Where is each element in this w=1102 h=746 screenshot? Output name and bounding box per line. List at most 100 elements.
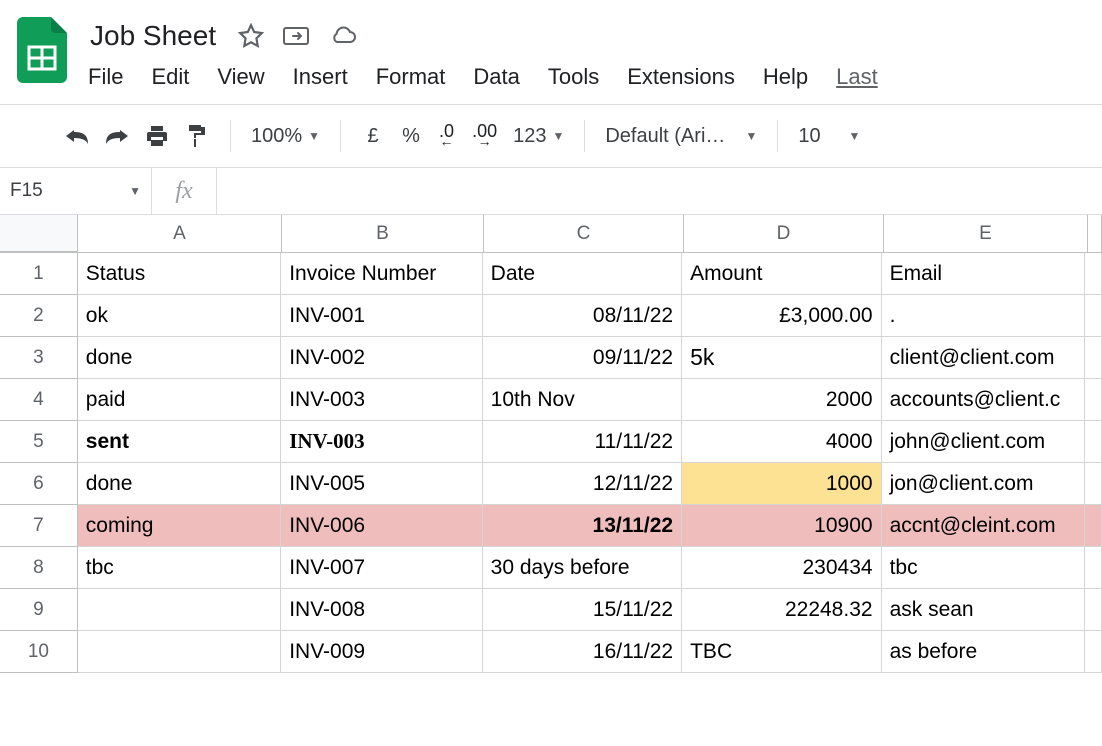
cell[interactable]: Amount <box>682 253 881 295</box>
cell[interactable]: TBC <box>682 631 881 673</box>
cell[interactable] <box>1085 379 1102 421</box>
row-header-8[interactable]: 8 <box>0 547 78 589</box>
formula-input[interactable] <box>217 168 1102 214</box>
cell[interactable]: 12/11/22 <box>483 463 682 505</box>
cell[interactable]: as before <box>882 631 1085 673</box>
cell[interactable]: ok <box>78 295 281 337</box>
row-header-3[interactable]: 3 <box>0 337 78 379</box>
currency-format[interactable]: £ <box>357 125 389 148</box>
cell[interactable]: 09/11/22 <box>483 337 682 379</box>
menu-help[interactable]: Help <box>763 64 808 90</box>
cell[interactable] <box>1085 463 1102 505</box>
cell[interactable]: 13/11/22 <box>483 505 682 547</box>
cell[interactable]: 10900 <box>682 505 881 547</box>
cell[interactable]: done <box>78 337 281 379</box>
cell[interactable]: sent <box>78 421 281 463</box>
row-header-10[interactable]: 10 <box>0 631 78 673</box>
cell[interactable]: 15/11/22 <box>483 589 682 631</box>
cell[interactable]: paid <box>78 379 281 421</box>
menu-tools[interactable]: Tools <box>548 64 599 90</box>
cell[interactable]: 2000 <box>682 379 881 421</box>
redo-icon[interactable] <box>100 119 134 153</box>
move-icon[interactable] <box>282 24 310 48</box>
row-header-2[interactable]: 2 <box>0 295 78 337</box>
cell[interactable]: INV-009 <box>281 631 482 673</box>
col-header-D[interactable]: D <box>684 215 884 252</box>
increase-decimal[interactable]: .00→ <box>466 125 503 147</box>
col-header-C[interactable]: C <box>484 215 684 252</box>
menu-view[interactable]: View <box>217 64 264 90</box>
cell[interactable]: coming <box>78 505 281 547</box>
percent-format[interactable]: % <box>395 125 427 148</box>
font-size-select[interactable]: 10 ▼ <box>794 125 864 148</box>
cell[interactable]: £3,000.00 <box>682 295 881 337</box>
menu-last-edit[interactable]: Last <box>836 64 878 90</box>
cell[interactable] <box>78 589 281 631</box>
cell[interactable]: 30 days before <box>483 547 682 589</box>
row-header-1[interactable]: 1 <box>0 253 78 295</box>
cell[interactable]: 5k <box>682 337 881 379</box>
undo-icon[interactable] <box>60 119 94 153</box>
col-header-F[interactable] <box>1088 215 1102 252</box>
cell[interactable]: jon@client.com <box>882 463 1085 505</box>
cell[interactable]: 230434 <box>682 547 881 589</box>
cell[interactable]: ask sean <box>882 589 1085 631</box>
cell[interactable]: INV-002 <box>281 337 482 379</box>
paint-format-icon[interactable] <box>180 119 214 153</box>
col-header-B[interactable]: B <box>282 215 484 252</box>
cell[interactable] <box>1085 547 1102 589</box>
cell[interactable]: INV-006 <box>281 505 482 547</box>
cell[interactable]: Invoice Number <box>281 253 482 295</box>
cell[interactable]: Status <box>78 253 281 295</box>
cell[interactable]: tbc <box>882 547 1085 589</box>
cell[interactable]: INV-003 <box>281 379 482 421</box>
cell[interactable]: john@client.com <box>882 421 1085 463</box>
font-select[interactable]: Default (Ari… ▼ <box>601 125 761 148</box>
cell[interactable]: INV-005 <box>281 463 482 505</box>
cell[interactable]: Date <box>483 253 682 295</box>
cell[interactable]: accounts@client.c <box>882 379 1085 421</box>
cell[interactable] <box>1085 505 1102 547</box>
menu-extensions[interactable]: Extensions <box>627 64 735 90</box>
menu-insert[interactable]: Insert <box>293 64 348 90</box>
decrease-decimal[interactable]: .0← <box>433 125 460 147</box>
row-header-7[interactable]: 7 <box>0 505 78 547</box>
cell[interactable]: INV-003 <box>281 421 482 463</box>
cell[interactable]: 10th Nov <box>483 379 682 421</box>
cell[interactable] <box>1085 421 1102 463</box>
cell[interactable]: accnt@cleint.com <box>882 505 1085 547</box>
cell[interactable] <box>1085 631 1102 673</box>
cell[interactable]: . <box>882 295 1085 337</box>
print-icon[interactable] <box>140 119 174 153</box>
star-icon[interactable] <box>238 23 264 49</box>
zoom-select[interactable]: 100% ▼ <box>247 125 324 148</box>
cell[interactable]: 22248.32 <box>682 589 881 631</box>
cell[interactable] <box>1085 337 1102 379</box>
cell[interactable] <box>1085 589 1102 631</box>
cell[interactable] <box>1085 295 1102 337</box>
name-box[interactable]: F15 ▼ <box>0 168 152 214</box>
cloud-status-icon[interactable] <box>328 24 358 48</box>
cell[interactable] <box>1085 253 1102 295</box>
cell[interactable]: INV-007 <box>281 547 482 589</box>
cell[interactable]: done <box>78 463 281 505</box>
row-header-4[interactable]: 4 <box>0 379 78 421</box>
cell[interactable]: INV-008 <box>281 589 482 631</box>
cell[interactable] <box>78 631 281 673</box>
col-header-A[interactable]: A <box>78 215 282 252</box>
cell[interactable]: client@client.com <box>882 337 1085 379</box>
cell[interactable]: 16/11/22 <box>483 631 682 673</box>
cell[interactable]: INV-001 <box>281 295 482 337</box>
number-format[interactable]: 123 ▼ <box>509 125 568 148</box>
row-header-5[interactable]: 5 <box>0 421 78 463</box>
cell[interactable]: 11/11/22 <box>483 421 682 463</box>
row-header-9[interactable]: 9 <box>0 589 78 631</box>
sheets-logo[interactable] <box>14 12 70 88</box>
row-header-6[interactable]: 6 <box>0 463 78 505</box>
col-header-E[interactable]: E <box>884 215 1088 252</box>
cell[interactable]: Email <box>882 253 1085 295</box>
menu-format[interactable]: Format <box>376 64 446 90</box>
menu-data[interactable]: Data <box>473 64 519 90</box>
cell[interactable]: 1000 <box>682 463 881 505</box>
cell[interactable]: tbc <box>78 547 281 589</box>
